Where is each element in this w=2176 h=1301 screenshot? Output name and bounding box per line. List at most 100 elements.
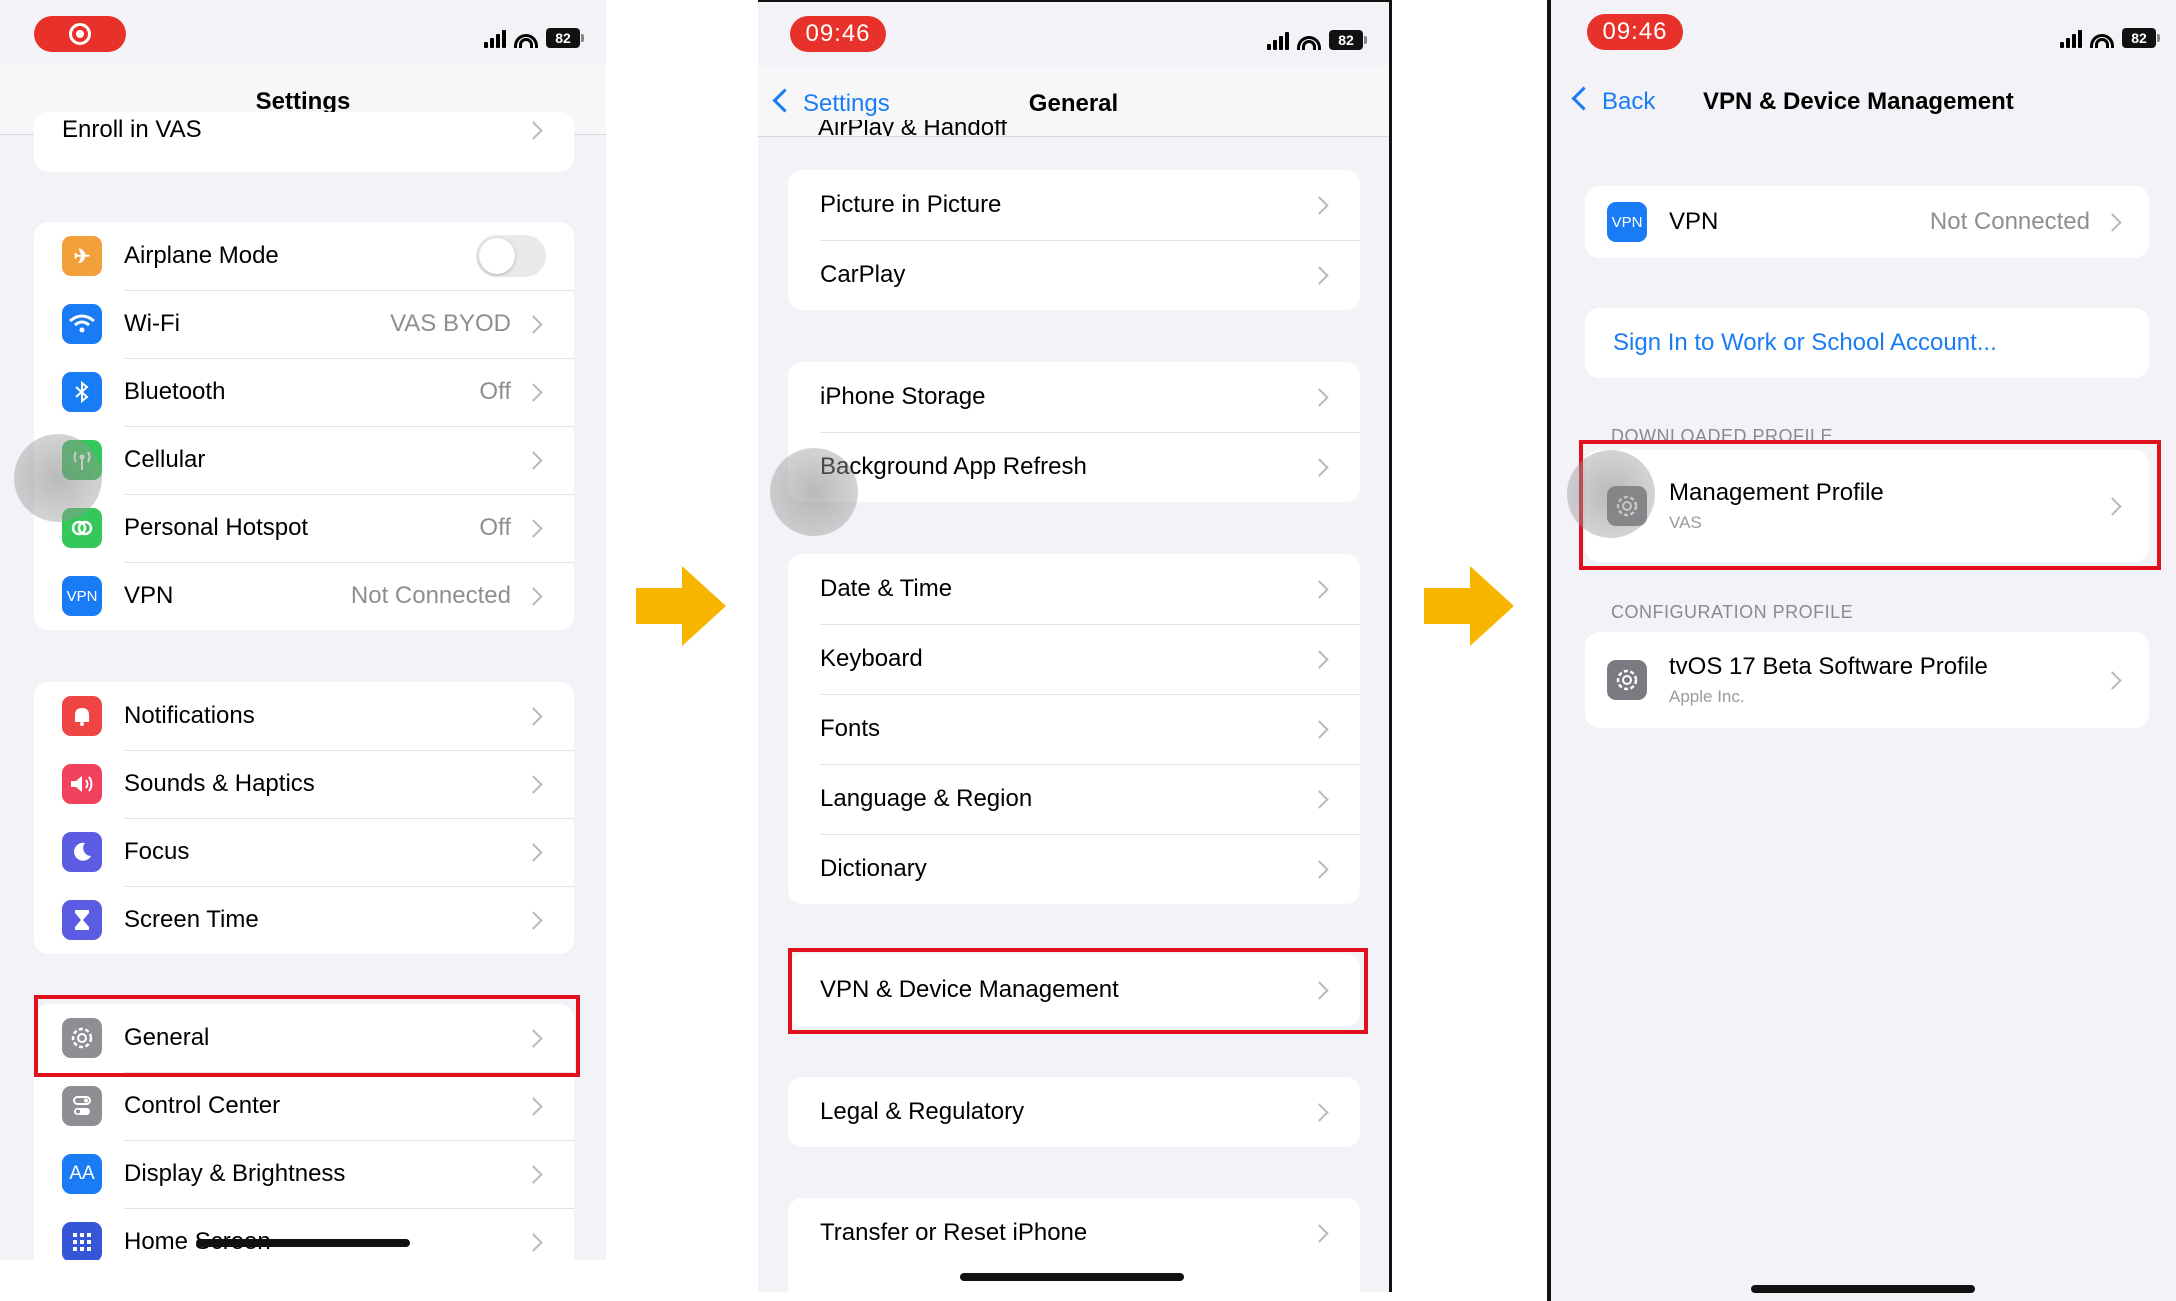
sign-in-work-school-button[interactable]: Sign In to Work or School Account... <box>1585 308 2149 378</box>
chevron-right-icon <box>1310 457 1329 477</box>
highlight-management-profile <box>1579 440 2161 570</box>
chevron-right-icon <box>524 842 543 862</box>
sign-in-group: Sign In to Work or School Account... <box>1585 308 2149 378</box>
settings-row-display[interactable]: AA Display & Brightness <box>34 1140 574 1208</box>
settings-screen: 82 Settings Enroll in VAS ✈ Airplane Mod… <box>0 0 606 1260</box>
chevron-right-icon <box>1310 649 1329 669</box>
status-bar: 82 <box>0 0 606 64</box>
switches-icon <box>62 1086 102 1126</box>
settings-row-notifications[interactable]: Notifications <box>34 682 574 750</box>
connectivity-group: ✈ Airplane Mode Wi-Fi VAS BYOD Bluetooth… <box>34 222 574 630</box>
general-row-transfer-reset[interactable]: Transfer or Reset iPhone <box>788 1198 1360 1268</box>
status-icons: 82 <box>484 24 584 48</box>
configuration-profile-group: tvOS 17 Beta Software Profile Apple Inc. <box>1585 632 2149 728</box>
general-row-legal-regulatory[interactable]: Legal & Regulatory <box>788 1077 1360 1147</box>
page-title: General <box>1028 90 1119 117</box>
wifi-status-icon <box>2090 28 2114 48</box>
bell-icon <box>62 696 102 736</box>
wifi-status-icon <box>1297 30 1321 50</box>
general-group-e: Legal & Regulatory <box>788 1077 1360 1147</box>
config-profile-label: tvOS 17 Beta Software Profile <box>1669 653 1988 680</box>
notifications-group: Notifications Sounds & Haptics Focus Scr… <box>34 682 574 954</box>
status-bar: 09:46 82 <box>758 2 1389 66</box>
time-pill[interactable]: 09:46 <box>790 16 886 52</box>
general-group-c: Date & Time Keyboard Fonts Language & Re… <box>788 554 1360 904</box>
back-button[interactable]: Back <box>1571 86 1655 116</box>
battery-icon: 82 <box>1329 30 1367 50</box>
arrow-right-icon <box>1424 566 1514 646</box>
touch-indicator <box>770 448 858 536</box>
record-icon <box>69 23 91 45</box>
settings-row-personal-hotspot[interactable]: Personal Hotspot Off <box>34 494 574 562</box>
chevron-right-icon <box>524 120 543 140</box>
chevron-right-icon <box>2103 670 2122 690</box>
chevron-right-icon <box>524 1232 543 1252</box>
chevron-right-icon <box>1310 1223 1329 1243</box>
speaker-icon <box>62 764 102 804</box>
settings-row-wifi[interactable]: Wi-Fi VAS BYOD <box>34 290 574 358</box>
chevron-right-icon <box>1310 719 1329 739</box>
general-row-background-app-refresh[interactable]: Background App Refresh <box>788 432 1360 502</box>
settings-row-enroll[interactable]: Enroll in VAS <box>34 112 574 172</box>
touch-indicator <box>1567 450 1655 538</box>
highlight-vpn-device-management <box>788 948 1368 1034</box>
vpn-row[interactable]: VPN VPN Not Connected <box>1585 186 2149 258</box>
general-row-dictionary[interactable]: Dictionary <box>788 834 1360 904</box>
general-screen: 09:46 82 Settings General AirPlay & Hand… <box>758 0 1392 1292</box>
time-pill[interactable]: 09:46 <box>1587 14 1683 50</box>
airplane-icon: ✈ <box>62 236 102 276</box>
home-indicator[interactable] <box>1751 1285 1975 1293</box>
home-indicator[interactable] <box>196 1239 410 1247</box>
status-icons: 82 <box>2060 24 2160 48</box>
chevron-right-icon <box>524 450 543 470</box>
general-row-iphone-storage[interactable]: iPhone Storage <box>788 362 1360 432</box>
chevron-left-icon <box>1571 86 1596 111</box>
airplane-mode-toggle[interactable] <box>476 235 546 277</box>
settings-row-sounds[interactable]: Sounds & Haptics <box>34 750 574 818</box>
settings-row-focus[interactable]: Focus <box>34 818 574 886</box>
chevron-right-icon <box>524 518 543 538</box>
touch-indicator <box>14 434 102 522</box>
vpn-group: VPN VPN Not Connected <box>1585 186 2149 258</box>
chevron-right-icon <box>1310 195 1329 215</box>
general-row-picture-in-picture[interactable]: Picture in Picture <box>788 170 1360 240</box>
general-row-language-region[interactable]: Language & Region <box>788 764 1360 834</box>
settings-row-screen-time[interactable]: Screen Time <box>34 886 574 954</box>
settings-row-vpn[interactable]: VPN VPN Not Connected <box>34 562 574 630</box>
settings-row-cellular[interactable]: Cellular <box>34 426 574 494</box>
battery-icon: 82 <box>546 28 584 48</box>
settings-row-airplane-mode[interactable]: ✈ Airplane Mode <box>34 222 574 290</box>
battery-icon: 82 <box>2122 28 2160 48</box>
wifi-icon <box>62 304 102 344</box>
screen-recording-indicator[interactable] <box>34 16 126 52</box>
settings-row-control-center[interactable]: Control Center <box>34 1072 574 1140</box>
settings-row-home-screen[interactable]: Home Screen <box>34 1208 574 1260</box>
chevron-right-icon <box>2103 212 2122 232</box>
config-profile-org: Apple Inc. <box>1669 687 1745 706</box>
highlight-general <box>34 995 580 1077</box>
home-indicator[interactable] <box>960 1273 1184 1281</box>
chevron-right-icon <box>524 706 543 726</box>
chevron-right-icon <box>1310 789 1329 809</box>
chevron-right-icon <box>524 1096 543 1116</box>
chevron-right-icon <box>524 774 543 794</box>
general-row-carplay[interactable]: CarPlay <box>788 240 1360 310</box>
chevron-right-icon <box>524 586 543 606</box>
arrow-right-icon <box>636 566 726 646</box>
general-row-date-time[interactable]: Date & Time <box>788 554 1360 624</box>
partial-group: Enroll in VAS <box>34 112 574 172</box>
configuration-profile-header: CONFIGURATION PROFILE <box>1611 602 1854 622</box>
nav-bar: Back VPN & Device Management <box>1551 64 2176 134</box>
signal-icon <box>484 28 506 48</box>
status-icons: 82 <box>1267 26 1367 50</box>
settings-row-bluetooth[interactable]: Bluetooth Off <box>34 358 574 426</box>
general-row-fonts[interactable]: Fonts <box>788 694 1360 764</box>
chevron-right-icon <box>1310 1102 1329 1122</box>
vpn-icon: VPN <box>1607 202 1647 242</box>
vpn-device-management-screen: 09:46 82 Back VPN & Device Management VP… <box>1547 0 2176 1301</box>
general-group-a: Picture in Picture CarPlay <box>788 170 1360 310</box>
chevron-right-icon <box>1310 859 1329 879</box>
text-size-icon: AA <box>62 1154 102 1194</box>
config-profile-row[interactable]: tvOS 17 Beta Software Profile Apple Inc. <box>1585 632 2149 728</box>
general-row-keyboard[interactable]: Keyboard <box>788 624 1360 694</box>
